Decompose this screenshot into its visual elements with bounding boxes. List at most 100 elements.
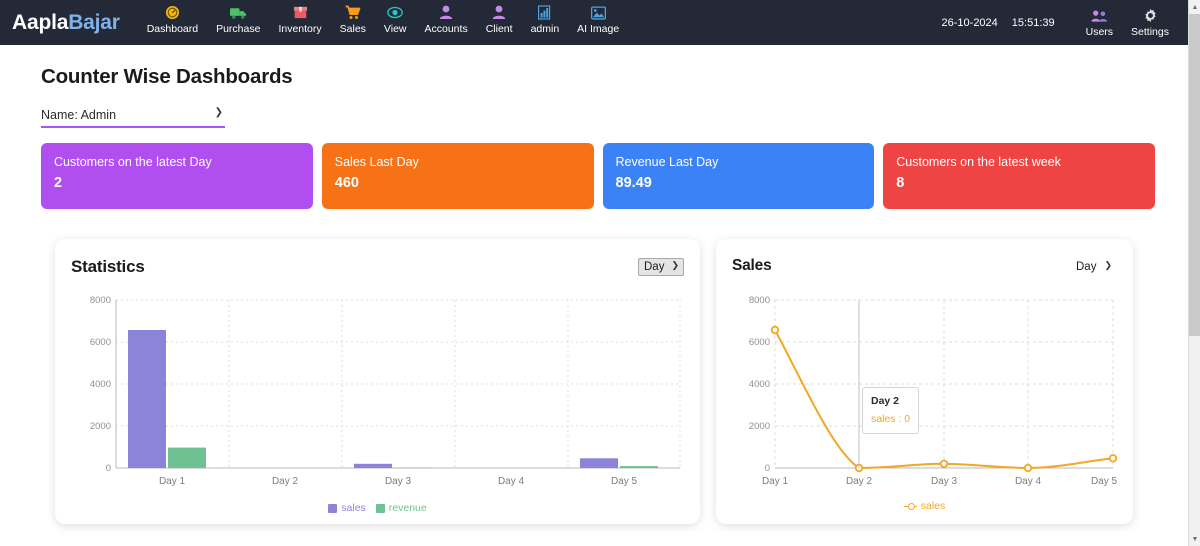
nav-item-accounts[interactable]: Accounts — [416, 4, 477, 35]
x-tick-label: Day 4 — [1015, 476, 1042, 487]
nav-item-users[interactable]: Users — [1077, 7, 1122, 38]
nav-item-admin[interactable]: admin — [522, 4, 569, 35]
datetime-display: 26-10-2024 15:51:39 — [942, 17, 1055, 29]
stat-card-value: 460 — [334, 175, 359, 191]
nav-item-purchase[interactable]: Purchase — [207, 4, 269, 35]
legend-item-revenue[interactable]: revenue — [375, 502, 427, 514]
statistics-range-wrap: Day ❯ — [638, 257, 684, 276]
person-icon — [439, 4, 453, 21]
brand-part-1: Aapla — [12, 10, 69, 34]
bar-sales-day5 — [580, 458, 618, 468]
x-tick-label: Day 3 — [931, 476, 958, 487]
name-filter: Name: Admin ❯ — [41, 105, 225, 128]
page-scrollbar[interactable]: ▲ ▼ — [1188, 0, 1200, 546]
stat-card-customers-latest-week[interactable]: Customers on the latest week 8 — [883, 143, 1155, 209]
nav-label: Purchase — [216, 23, 261, 35]
scroll-down-arrow-icon[interactable]: ▼ — [1189, 532, 1200, 546]
bar-chart-icon — [537, 4, 552, 21]
tooltip-value: sales : 0 — [871, 413, 911, 425]
legend-label: revenue — [388, 502, 427, 514]
nav-item-settings[interactable]: Settings — [1122, 7, 1178, 38]
stat-card-value: 2 — [54, 175, 63, 191]
nav-label: View — [383, 23, 407, 35]
legend-item-sales[interactable]: sales — [328, 502, 366, 514]
x-tick-label: Day 1 — [159, 476, 186, 487]
name-select-underline — [41, 126, 225, 128]
y-tick-label: 2000 — [749, 421, 770, 432]
legend-label: sales — [341, 502, 366, 514]
statistics-panel-header: Statistics Day ❯ — [71, 257, 684, 277]
page-content: Counter Wise Dashboards Name: Admin ❯ Cu… — [0, 45, 1188, 524]
nav-label: Users — [1085, 26, 1114, 38]
box-icon — [293, 4, 308, 21]
sales-range-wrap: Day ❯ — [1072, 257, 1117, 275]
nav-label: Accounts — [424, 23, 468, 35]
y-tick-label: 0 — [106, 463, 111, 474]
nav-label: Dashboard — [146, 23, 199, 35]
y-tick-label: 8000 — [749, 295, 770, 306]
bar-revenue-day3 — [394, 467, 432, 469]
stat-cards: Customers on the latest Day 2 Sales Last… — [41, 143, 1155, 209]
data-point-day3 — [939, 459, 949, 468]
y-tick-label: 0 — [765, 463, 770, 474]
image-icon — [590, 4, 606, 21]
y-tick-label: 6000 — [90, 337, 111, 348]
page-title: Counter Wise Dashboards — [41, 65, 293, 88]
legend-swatch-icon — [328, 503, 338, 513]
nav-item-sales[interactable]: Sales — [331, 4, 375, 35]
stat-card-label: Customers on the latest Day — [54, 155, 212, 169]
x-tick-label: Day 1 — [762, 476, 789, 487]
truck-icon — [229, 4, 247, 21]
legend-item-sales[interactable]: sales — [903, 500, 946, 512]
dashboard-gauge-icon — [165, 4, 180, 21]
nav-item-inventory[interactable]: Inventory — [269, 4, 330, 35]
nav-item-client[interactable]: Client — [477, 4, 522, 35]
legend-line-marker-icon — [903, 502, 917, 511]
legend-label: sales — [920, 500, 946, 512]
app-logo[interactable]: AaplaBajar — [12, 11, 120, 35]
sales-line-chart: 8000 6000 4000 2000 0 Day 1 Day 2 Day 3 … — [732, 285, 1117, 500]
navbar-right: 26-10-2024 15:51:39 Users Settings — [942, 0, 1188, 45]
statistics-legend: sales revenue — [71, 502, 684, 514]
bar-sales-day1 — [128, 330, 166, 468]
nav-label: AI Image — [577, 23, 620, 35]
scrollbar-thumb[interactable] — [1189, 14, 1200, 336]
statistics-range-select[interactable]: Day — [638, 258, 684, 276]
nav-item-dashboard[interactable]: Dashboard — [138, 4, 207, 35]
person-icon — [492, 4, 506, 21]
stat-card-revenue-last-day[interactable]: Revenue Last Day 89.49 — [602, 143, 875, 209]
y-tick-label: 4000 — [749, 379, 770, 390]
data-point-day1 — [770, 325, 780, 335]
bar-revenue-day1 — [168, 447, 206, 468]
scroll-up-arrow-icon[interactable]: ▲ — [1189, 0, 1200, 14]
statistics-chart-svg: 8000 6000 4000 2000 0 Day 1 Day 2 Day 3 … — [90, 295, 681, 487]
gear-icon — [1143, 7, 1158, 24]
x-tick-label: Day 2 — [272, 476, 299, 487]
y-tick-label: 4000 — [90, 379, 111, 390]
legend-swatch-icon — [375, 503, 385, 513]
x-tick-label: Day 4 — [498, 476, 525, 487]
brand-part-2: Bajar — [68, 10, 120, 34]
sales-range-select[interactable]: Day — [1072, 259, 1117, 275]
stat-card-label: Customers on the latest week — [896, 155, 1061, 169]
stat-card-value: 89.49 — [615, 175, 652, 191]
current-date: 26-10-2024 — [941, 16, 998, 29]
statistics-panel: Statistics Day ❯ 8000 6000 4000 2000 0 D… — [55, 239, 700, 524]
name-select[interactable]: Name: Admin — [41, 105, 225, 127]
nav-item-ai-image[interactable]: AI Image — [568, 4, 628, 35]
nav-label: Sales — [339, 23, 366, 35]
x-tick-label: Day 2 — [846, 476, 873, 487]
top-navbar: AaplaBajar Dashboard Purchase Inventory … — [0, 0, 1188, 45]
users-icon — [1091, 7, 1108, 24]
x-tick-label: Day 5 — [611, 476, 638, 487]
grid-vertical — [115, 300, 681, 468]
sales-panel: Sales Day ❯ 8000 6000 4000 2000 0 Day 1 … — [716, 239, 1133, 524]
nav-item-view[interactable]: View — [375, 4, 416, 35]
grid-horizontal — [116, 299, 680, 427]
sales-title: Sales — [732, 257, 772, 274]
y-tick-label: 8000 — [90, 295, 111, 306]
stat-card-sales-last-day[interactable]: Sales Last Day 460 — [321, 143, 594, 209]
x-tick-label: Day 3 — [385, 476, 412, 487]
stat-card-customers-latest-day[interactable]: Customers on the latest Day 2 — [41, 143, 313, 209]
shopping-cart-icon — [345, 4, 361, 21]
